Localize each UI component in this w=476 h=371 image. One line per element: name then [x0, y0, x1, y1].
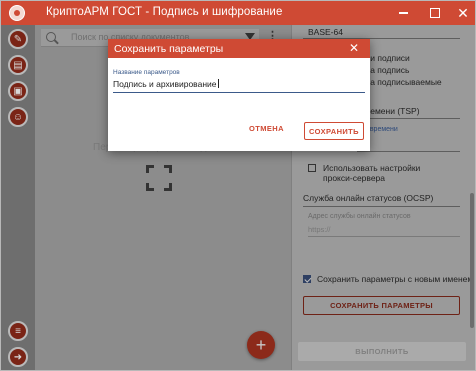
run-button[interactable]: ВЫПОЛНИТЬ [298, 342, 466, 361]
search-icon [46, 32, 56, 42]
save-params-button[interactable]: СОХРАНИТЬ ПАРАМЕТРЫ [303, 296, 460, 315]
divider [303, 206, 460, 207]
maximize-button[interactable] [421, 1, 449, 25]
contacts-icon[interactable]: ☺ [8, 107, 28, 127]
app-logo-icon [9, 5, 25, 21]
add-file-button[interactable]: + [247, 331, 275, 359]
ocsp-field[interactable]: https:// [308, 225, 331, 234]
app-window: КриптоАРМ ГОСТ - Подпись и шифрование ✕ … [0, 0, 476, 371]
dialog-header: Сохранить параметры ✕ [108, 39, 370, 58]
save-new-label: Сохранить параметры с новым именем [317, 274, 474, 284]
dialog-close-icon[interactable]: ✕ [349, 41, 359, 55]
save-button[interactable]: СОХРАНИТЬ [304, 122, 364, 140]
proxy-checkbox[interactable] [308, 164, 316, 172]
proxy-label: Использовать настройки прокси-сервера [323, 163, 433, 183]
divider [357, 118, 460, 119]
text-caret [217, 79, 219, 88]
encoding-select[interactable]: BASE-64 [308, 27, 343, 37]
journal-icon[interactable]: ≡ [8, 321, 28, 341]
window-title: КриптоАРМ ГОСТ - Подпись и шифрование [46, 6, 283, 18]
ocsp-field-label: Адрес службы онлайн статусов [308, 213, 411, 220]
dropzone-icon [146, 165, 172, 191]
proxy-label-text: Использовать настройки прокси-сервера [323, 163, 421, 183]
panel-scrollbar[interactable] [470, 193, 474, 328]
certificates-icon[interactable]: ▣ [8, 81, 28, 101]
save-new-checkbox[interactable] [303, 275, 311, 283]
documents-icon[interactable]: ▤ [8, 55, 28, 75]
cancel-button[interactable]: ОТМЕНА [249, 124, 284, 133]
dialog-title: Сохранить параметры [114, 43, 224, 55]
left-rail: ✎ ▤ ▣ ☺ ≡ ➜ [1, 25, 35, 370]
window-close-button[interactable]: ✕ [449, 1, 475, 25]
ocsp-label: Служба онлайн статусов (OCSP) [303, 193, 434, 203]
params-name-value: Подпись и архивирование [113, 79, 217, 89]
params-name-label: Название параметров [113, 69, 180, 76]
save-params-dialog: Сохранить параметры ✕ Название параметро… [108, 39, 370, 151]
title-bar: КриптоАРМ ГОСТ - Подпись и шифрование ✕ [1, 1, 475, 25]
sign-icon[interactable]: ✎ [8, 29, 28, 49]
exit-icon[interactable]: ➜ [8, 347, 28, 367]
minimize-button[interactable] [389, 1, 417, 25]
divider [308, 236, 460, 237]
params-name-input[interactable]: Подпись и архивирование [113, 79, 365, 93]
divider [357, 151, 460, 152]
